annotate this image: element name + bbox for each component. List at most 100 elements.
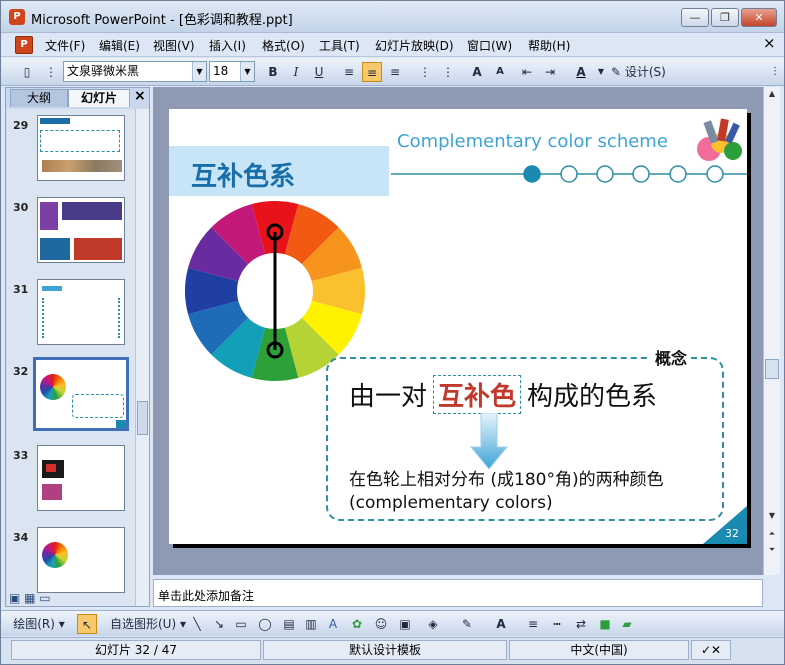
- numbered-list-icon[interactable]: ⋮: [415, 62, 435, 82]
- align-center-icon[interactable]: ≡: [362, 62, 382, 82]
- view-buttons[interactable]: ▣ ▦ ▭: [9, 591, 51, 605]
- scroll-thumb[interactable]: [137, 401, 148, 435]
- scroll-up-icon[interactable]: ▲: [765, 87, 779, 101]
- close-button[interactable]: ✕: [741, 8, 777, 27]
- oval-tool-icon[interactable]: ◯: [255, 614, 275, 634]
- menu-edit[interactable]: 编辑(E): [99, 37, 140, 54]
- design-label: 设计(S): [624, 65, 666, 79]
- menu-insert[interactable]: 插入(I): [209, 37, 246, 54]
- svg-text:32: 32: [725, 527, 739, 540]
- font-size-select[interactable]: 18 ▼: [209, 61, 255, 82]
- powerpoint-app-icon[interactable]: P: [9, 9, 25, 25]
- menu-file[interactable]: 文件(F): [45, 37, 85, 54]
- slide-title-box[interactable]: 互补色系: [169, 146, 389, 196]
- font-name-select[interactable]: 文泉驿微米黑 ▼: [63, 61, 207, 82]
- statement-highlight: 互补色: [433, 375, 522, 414]
- wordart-icon[interactable]: A: [323, 614, 343, 634]
- paint-tubes-image: [697, 118, 742, 161]
- thumbnail-scrollbar[interactable]: [135, 109, 149, 606]
- slide-thumbnail[interactable]: [37, 527, 125, 593]
- align-left-icon[interactable]: ≡: [339, 62, 359, 82]
- diagram-icon[interactable]: ✿: [347, 614, 367, 634]
- previous-slide-icon[interactable]: ⏶: [765, 527, 779, 541]
- font-color-icon[interactable]: A: [491, 614, 511, 634]
- menu-bar: P 文件(F) 编辑(E) 视图(V) 插入(I) 格式(O) 工具(T) 幻灯…: [1, 33, 784, 57]
- vertical-textbox-icon[interactable]: ▥: [301, 614, 321, 634]
- new-document-icon[interactable]: ▯: [17, 62, 37, 82]
- arrow-tool-icon[interactable]: ↘: [209, 614, 229, 634]
- bold-icon[interactable]: B: [263, 62, 283, 82]
- font-color-icon[interactable]: A: [571, 62, 591, 82]
- slide-subtitle[interactable]: Complementary color scheme: [397, 131, 668, 152]
- shadow-style-icon[interactable]: ■: [595, 614, 615, 634]
- notes-placeholder[interactable]: 单击此处添加备注: [158, 587, 254, 604]
- slide-thumbnail[interactable]: [37, 279, 125, 345]
- chevron-down-icon[interactable]: ▼: [240, 62, 254, 81]
- menu-close-icon[interactable]: ×: [763, 34, 776, 52]
- thumb-number: 34: [13, 531, 29, 544]
- slide-editor-area: Complementary color scheme 互补色系 概念 由一对 互…: [153, 87, 763, 575]
- arrow-style-icon[interactable]: ⇄: [571, 614, 591, 634]
- decrease-indent-icon[interactable]: ⇤: [517, 62, 537, 82]
- menu-window[interactable]: 窗口(W): [467, 37, 512, 54]
- increase-font-icon[interactable]: A: [467, 62, 487, 82]
- status-slide-info: 幻灯片 32 / 47: [11, 640, 261, 660]
- draw-label: 绘图(R): [13, 617, 55, 631]
- 3d-style-icon[interactable]: ▰: [617, 614, 637, 634]
- slide-canvas[interactable]: Complementary color scheme 互补色系 概念 由一对 互…: [169, 109, 747, 544]
- scroll-down-icon[interactable]: ▼: [765, 509, 779, 523]
- notes-pane[interactable]: 单击此处添加备注: [153, 579, 763, 607]
- autoshapes-menu-button[interactable]: 自选图形(U) ▾: [105, 614, 191, 634]
- rectangle-tool-icon[interactable]: ▭: [231, 614, 251, 634]
- editor-scrollbar[interactable]: ▲ ▼ ⏶ ⏷: [763, 87, 780, 575]
- thumb-number: 32: [13, 365, 29, 378]
- picture-icon[interactable]: ▣: [395, 614, 415, 634]
- scroll-thumb[interactable]: [765, 359, 779, 379]
- menu-help[interactable]: 帮助(H): [528, 37, 570, 54]
- menu-slideshow[interactable]: 幻灯片放映(D): [375, 37, 454, 54]
- design-button[interactable]: ✎ 设计(S): [611, 62, 671, 82]
- clipart-icon[interactable]: ☺: [371, 614, 391, 634]
- slide-thumbnail-selected[interactable]: [33, 357, 129, 431]
- line-color-icon[interactable]: ✎: [457, 614, 477, 634]
- draw-menu-button[interactable]: 绘图(R) ▾: [5, 614, 73, 634]
- menu-tools[interactable]: 工具(T): [319, 37, 360, 54]
- slides-panel: 大纲 幻灯片 × 29 30 31 32 33 34: [5, 87, 150, 607]
- concept-label: 概念: [651, 345, 692, 369]
- status-bar: 幻灯片 32 / 47 默认设计模板 中文(中国) ✓✕: [1, 637, 784, 664]
- align-right-icon[interactable]: ≡: [385, 62, 405, 82]
- document-icon[interactable]: P: [15, 36, 33, 54]
- menu-format[interactable]: 格式(O): [262, 37, 305, 54]
- next-slide-icon[interactable]: ⏷: [765, 543, 779, 557]
- spelling-status-icon[interactable]: ✓✕: [691, 640, 731, 660]
- tab-outline[interactable]: 大纲: [10, 89, 68, 107]
- slide-thumbnail[interactable]: [37, 115, 125, 181]
- dash-style-icon[interactable]: ┅: [547, 614, 567, 634]
- fill-color-icon[interactable]: ◈: [423, 614, 443, 634]
- toolbar-options-icon[interactable]: ⋮: [765, 62, 785, 82]
- status-template[interactable]: 默认设计模板: [263, 640, 507, 660]
- select-pointer-icon[interactable]: ↖: [77, 614, 97, 634]
- tab-slides[interactable]: 幻灯片: [68, 89, 130, 107]
- textbox-tool-icon[interactable]: ▤: [279, 614, 299, 634]
- minimize-button[interactable]: —: [681, 8, 709, 27]
- thumbnail-list: 29 30 31 32 33 34: [7, 109, 135, 606]
- decrease-font-icon[interactable]: A: [490, 62, 510, 82]
- autoshapes-label: 自选图形(U): [110, 617, 177, 631]
- line-style-icon[interactable]: ≡: [523, 614, 543, 634]
- chevron-down-icon[interactable]: ▼: [192, 62, 206, 81]
- slide-thumbnail[interactable]: [37, 197, 125, 263]
- italic-icon[interactable]: I: [286, 62, 306, 82]
- menu-view[interactable]: 视图(V): [153, 37, 195, 54]
- underline-icon[interactable]: U: [309, 62, 329, 82]
- line-tool-icon[interactable]: ╲: [187, 614, 207, 634]
- increase-indent-icon[interactable]: ⇥: [540, 62, 560, 82]
- slide-thumbnail[interactable]: [37, 445, 125, 511]
- bullet-list-icon[interactable]: ⋮: [438, 62, 458, 82]
- color-wheel[interactable]: [183, 199, 367, 383]
- thumb-number: 29: [13, 119, 29, 132]
- chevron-down-icon[interactable]: ▼: [591, 62, 611, 82]
- panel-close-icon[interactable]: ×: [134, 88, 146, 104]
- maximize-button[interactable]: ❐: [711, 8, 739, 27]
- toolbar-options-icon[interactable]: ⋮: [41, 62, 61, 82]
